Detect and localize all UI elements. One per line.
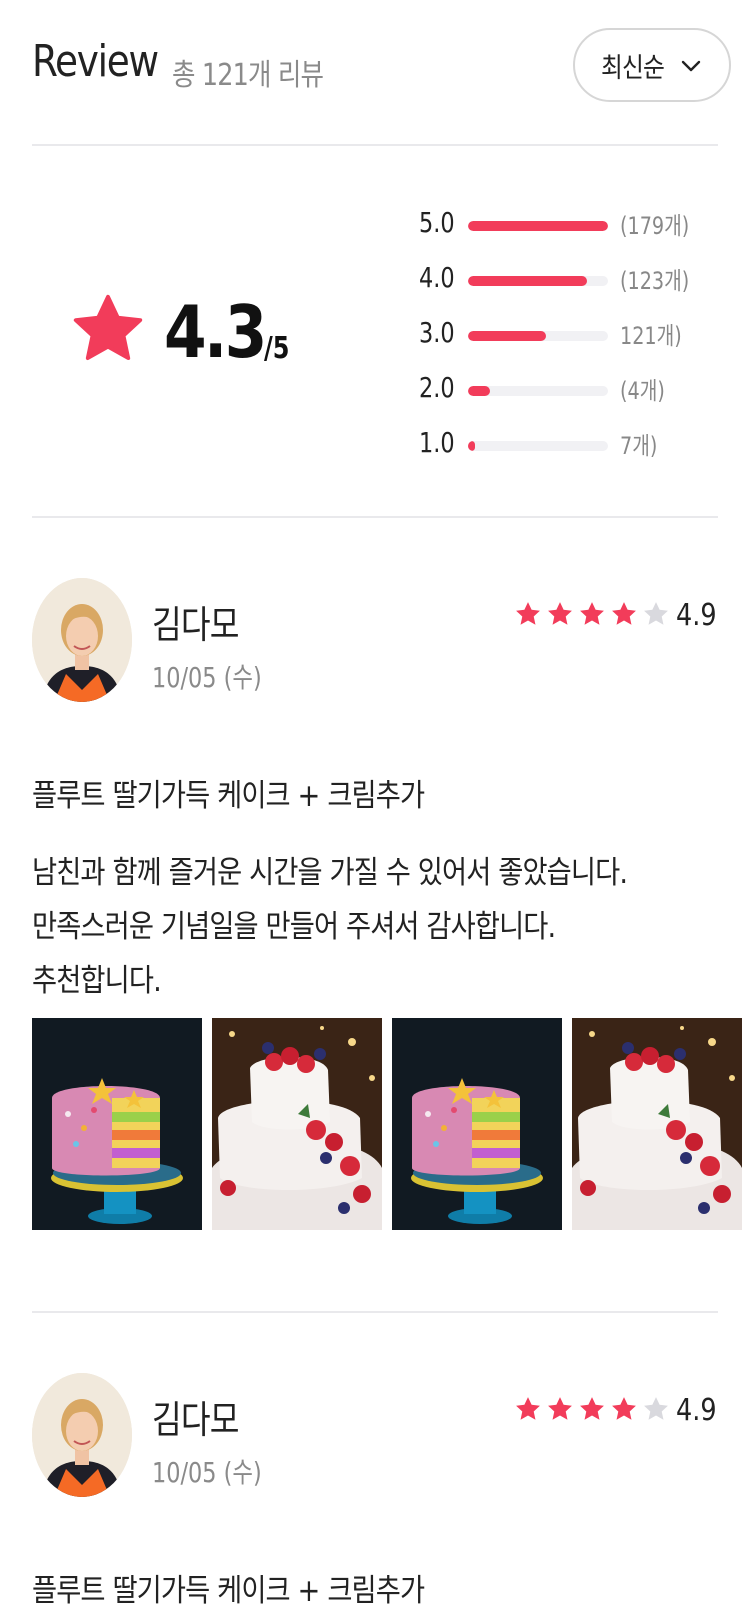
product-option: 플루트 딸기가득 케이크 + 크림추가 <box>32 778 425 814</box>
distribution-bar <box>468 221 608 231</box>
star-filled-icon <box>612 602 636 625</box>
avatar <box>32 578 132 702</box>
divider <box>32 516 718 518</box>
review-score: 4.9 <box>676 1393 717 1428</box>
star-filled-icon <box>516 602 540 625</box>
distribution-row: 4.0 (123개) <box>0 259 750 299</box>
distribution-score: 3.0 <box>419 316 455 349</box>
review-stars <box>514 600 670 628</box>
distribution-row: 5.0 (179개) <box>0 204 750 244</box>
sort-dropdown[interactable]: 최신순 <box>573 28 731 102</box>
divider <box>32 1311 718 1313</box>
divider <box>32 144 718 146</box>
star-filled-icon <box>612 1397 636 1420</box>
distribution-bar-fill <box>468 386 491 396</box>
distribution-count: (179개) <box>620 212 690 240</box>
star-filled-icon <box>548 1397 572 1420</box>
star-empty-icon <box>644 602 668 625</box>
review-body-line: 만족스러운 기념일을 만들어 주셔서 감사합니다. <box>32 909 556 945</box>
chevron-down-icon <box>681 60 701 72</box>
page-title: Review <box>32 36 159 87</box>
distribution-score: 1.0 <box>419 426 455 459</box>
distribution-row: 2.0 (4개) <box>0 369 750 409</box>
layer-cake-photo[interactable] <box>32 1018 202 1230</box>
distribution-count: 7개) <box>620 432 658 460</box>
review-photos <box>32 1018 750 1230</box>
review-body-line: 남친과 함께 즐거운 시간을 가질 수 있어서 좋았습니다. <box>32 855 628 891</box>
layer-cake-photo[interactable] <box>392 1018 562 1230</box>
review-total-count: 총 121개 리뷰 <box>172 58 324 93</box>
sort-label: 최신순 <box>601 52 665 84</box>
review-header: Review 총 121개 리뷰 최신순 <box>0 0 750 148</box>
review-score: 4.9 <box>676 598 717 633</box>
distribution-bar-fill <box>468 331 547 341</box>
star-filled-icon <box>580 1397 604 1420</box>
distribution-score: 4.0 <box>419 261 455 294</box>
review-body-line: 추천합니다. <box>32 963 162 999</box>
strawberry-cake-photo[interactable] <box>212 1018 382 1230</box>
star-filled-icon <box>548 602 572 625</box>
star-empty-icon <box>644 1397 668 1420</box>
distribution-bar <box>468 276 608 286</box>
distribution-count: (4개) <box>620 377 665 405</box>
review-stars <box>514 1395 670 1423</box>
distribution-bar-fill <box>468 276 587 286</box>
product-option: 플루트 딸기가득 케이크 + 크림추가 <box>32 1573 425 1609</box>
distribution-bar <box>468 386 608 396</box>
star-filled-icon <box>516 1397 540 1420</box>
star-filled-icon <box>580 602 604 625</box>
distribution-row: 3.0 121개) <box>0 314 750 354</box>
distribution-row: 1.0 7개) <box>0 424 750 464</box>
distribution-score: 5.0 <box>419 206 455 239</box>
strawberry-cake-photo[interactable] <box>572 1018 742 1230</box>
distribution-score: 2.0 <box>419 371 455 404</box>
distribution-count: 121개) <box>620 322 682 350</box>
distribution-bar-fill <box>468 221 608 231</box>
distribution-bar <box>468 331 608 341</box>
review-body: 남친과 함께 즐거운 시간을 가질 수 있어서 좋았습니다. 만족스러운 기념일… <box>32 846 628 1008</box>
review-date: 10/05 (수) <box>152 1456 262 1489</box>
distribution-bar <box>468 441 608 451</box>
distribution-bar-fill <box>468 441 475 451</box>
review-date: 10/05 (수) <box>152 661 262 694</box>
distribution-count: (123개) <box>620 267 690 295</box>
reviewer-name: 김다모 <box>152 603 239 647</box>
avatar <box>32 1373 132 1497</box>
reviewer-name: 김다모 <box>152 1398 239 1442</box>
